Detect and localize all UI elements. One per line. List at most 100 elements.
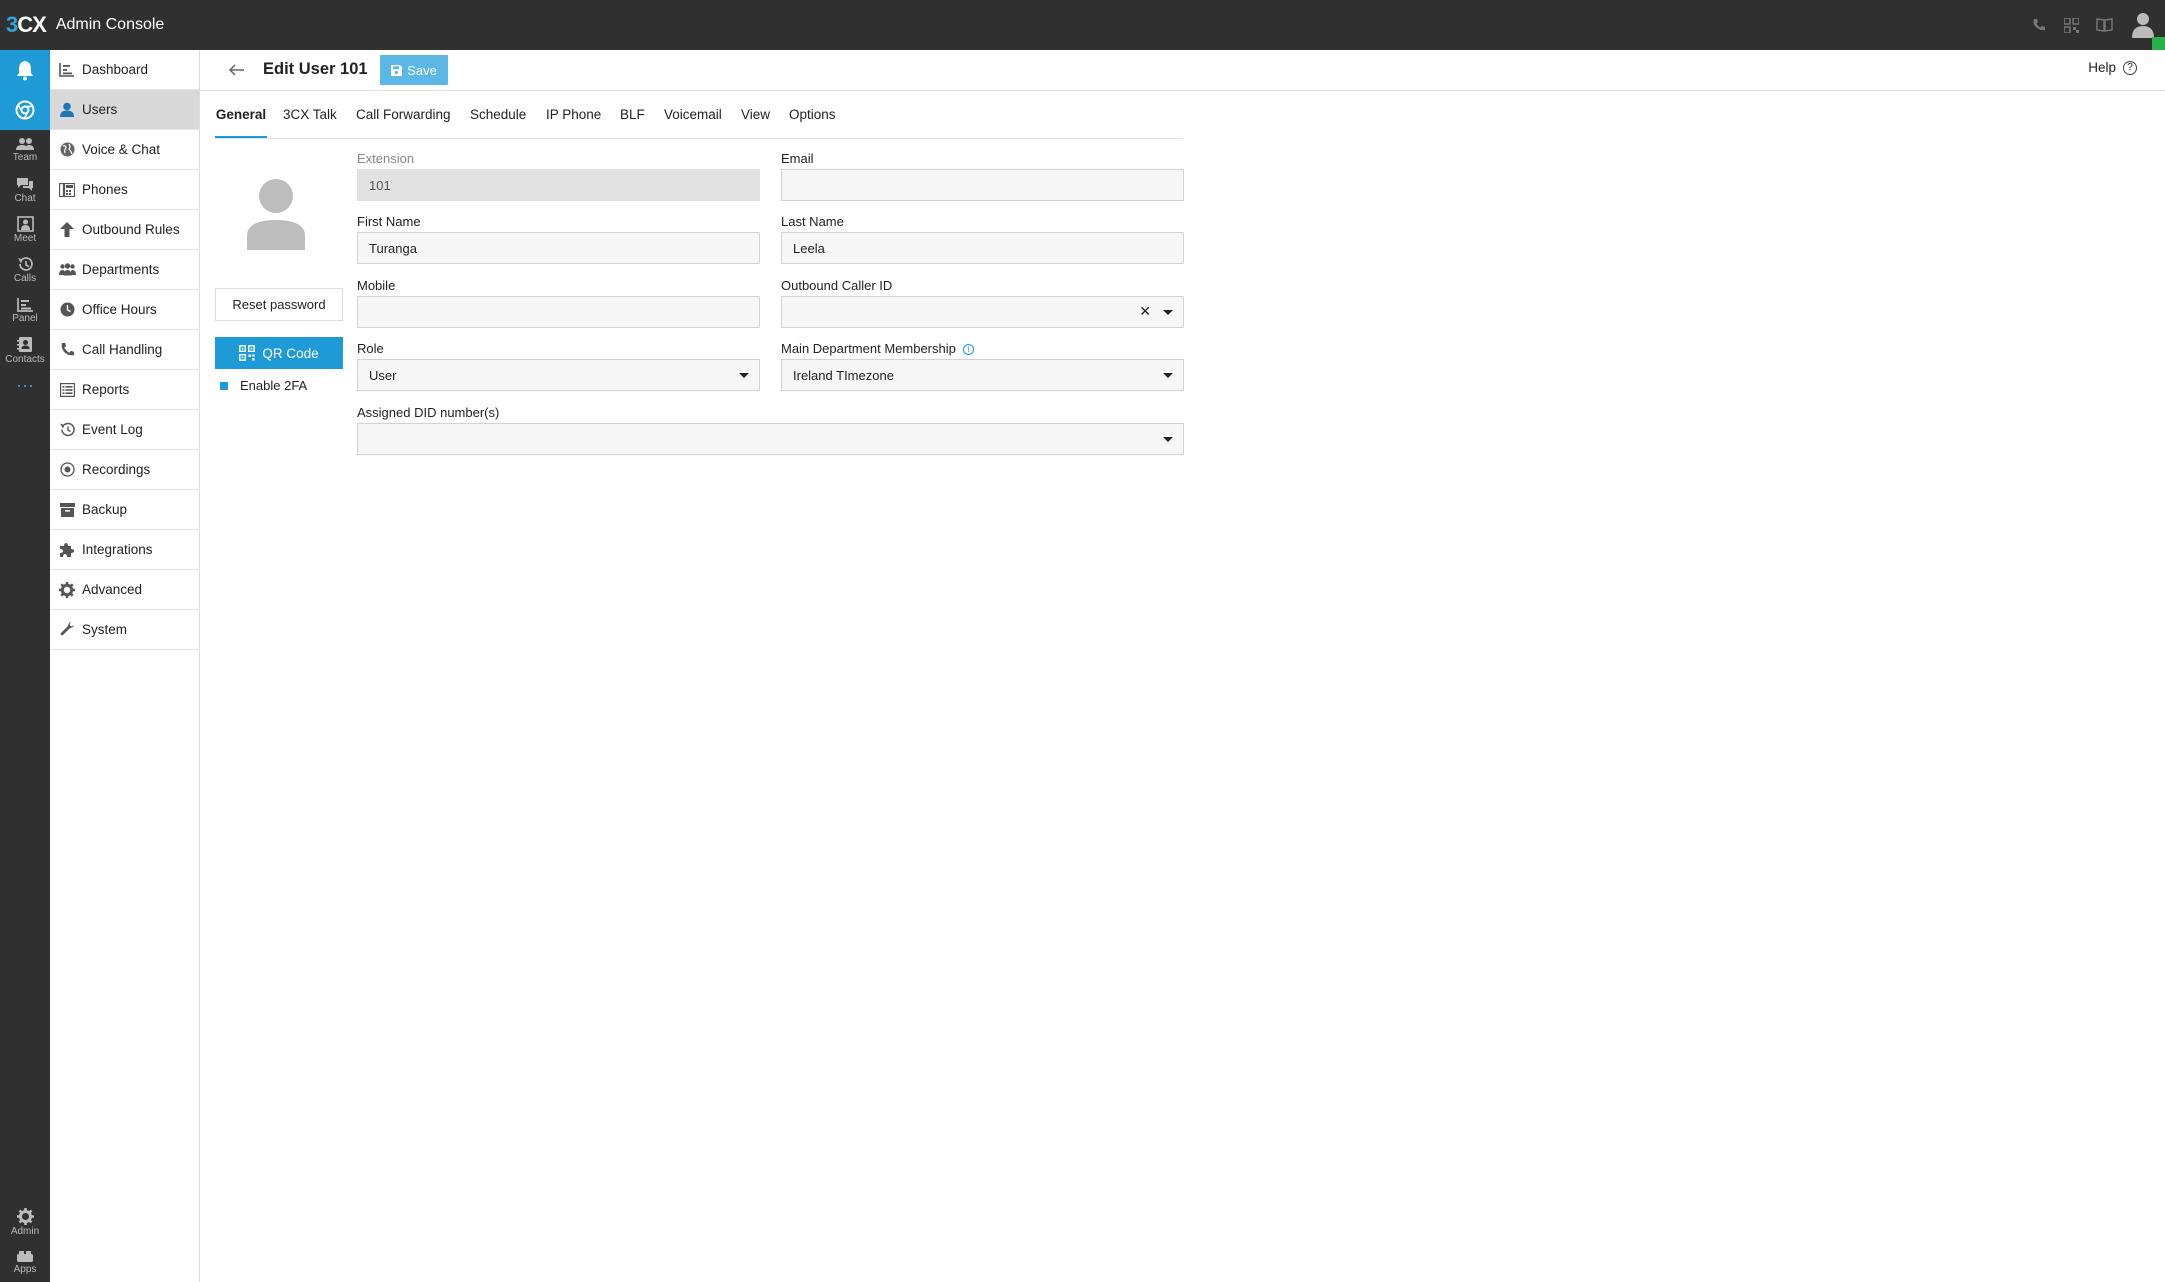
assigned-did-select[interactable] — [357, 423, 1184, 455]
menu-item-reports[interactable]: Reports — [50, 370, 199, 410]
notifications-rail-item[interactable] — [0, 50, 50, 90]
outbound-caller-id-select[interactable]: ✕ — [781, 296, 1184, 328]
arrow-up-icon — [58, 221, 76, 239]
contacts-icon — [17, 336, 32, 352]
menu-item-phones[interactable]: Phones — [50, 170, 199, 210]
help-link[interactable]: Help ? — [2088, 60, 2137, 75]
chrome-rail-item[interactable] — [0, 90, 50, 130]
help-icon: ? — [2123, 60, 2137, 75]
rail-item-apps[interactable]: Apps — [0, 1242, 50, 1282]
mobile-label: Mobile — [357, 278, 396, 293]
save-icon — [391, 64, 403, 76]
logo[interactable]: 3CX — [6, 12, 47, 38]
qr-code-label: QR Code — [262, 345, 319, 361]
more-rail-item[interactable]: ··· — [0, 370, 50, 400]
rail-label: Apps — [13, 1263, 37, 1275]
menu-item-label: Outbound Rules — [82, 222, 180, 237]
wrench-icon — [58, 621, 76, 639]
tab-call-forwarding[interactable]: Call Forwarding — [356, 100, 451, 138]
extension-label: Extension — [357, 151, 415, 166]
menu-item-label: System — [82, 622, 128, 637]
save-button[interactable]: Save — [380, 55, 448, 85]
help-label: Help — [2088, 60, 2116, 75]
page-header: Edit User 101 Save Help ? — [200, 50, 2165, 91]
chevron-down-icon — [739, 373, 749, 378]
user-icon — [58, 101, 76, 119]
rail-item-calls[interactable]: Calls — [0, 250, 50, 290]
user-avatar-icon[interactable] — [2121, 0, 2165, 50]
menu-item-label: Voice & Chat — [82, 142, 161, 157]
menu-item-departments[interactable]: Departments — [50, 250, 199, 290]
email-field[interactable] — [781, 169, 1184, 201]
menu-item-label: Users — [82, 102, 118, 117]
phone-icon[interactable] — [2022, 9, 2055, 42]
mobile-field[interactable] — [357, 296, 760, 328]
info-icon[interactable]: i — [962, 344, 974, 356]
tab-schedule[interactable]: Schedule — [470, 100, 526, 138]
rail-label: Calls — [13, 273, 37, 284]
role-value: User — [369, 367, 397, 383]
archive-icon — [58, 501, 76, 519]
tab-3cx-talk[interactable]: 3CX Talk — [283, 100, 337, 138]
meet-icon — [16, 216, 34, 232]
rail-item-chat[interactable]: Chat — [0, 170, 50, 210]
last-name-field[interactable]: Leela — [781, 232, 1184, 264]
tab-blf[interactable]: BLF — [620, 100, 645, 138]
menu-item-office-hours[interactable]: Office Hours — [50, 290, 199, 330]
menu-item-dashboard[interactable]: Dashboard — [50, 50, 199, 90]
qr-icon[interactable] — [2055, 9, 2088, 42]
rail-label: Team — [12, 152, 38, 163]
first-name-field[interactable]: Turanga — [357, 232, 760, 264]
more-icon: ··· — [16, 375, 34, 395]
menu-item-advanced[interactable]: Advanced — [50, 570, 199, 610]
role-select[interactable]: User — [357, 359, 760, 391]
chevron-down-icon — [1163, 437, 1173, 442]
qr-code-button[interactable]: QR Code — [215, 337, 343, 369]
menu-item-backup[interactable]: Backup — [50, 490, 199, 530]
qr-icon — [239, 345, 256, 361]
menu-item-integrations[interactable]: Integrations — [50, 530, 199, 570]
book-icon[interactable] — [2088, 9, 2121, 42]
reset-password-button[interactable]: Reset password — [215, 288, 343, 321]
tab-general[interactable]: General — [215, 100, 267, 138]
main-department-select[interactable]: Ireland TImezone — [781, 359, 1184, 391]
rail-item-meet[interactable]: Meet — [0, 210, 50, 250]
puzzle-icon — [58, 541, 76, 559]
extension-field: 101 — [357, 169, 760, 201]
menu-item-outbound-rules[interactable]: Outbound Rules — [50, 210, 199, 250]
clear-icon[interactable]: ✕ — [1139, 303, 1151, 320]
menu-item-event-log[interactable]: Event Log — [50, 410, 199, 450]
back-arrow-icon[interactable] — [227, 60, 247, 80]
assigned-did-label: Assigned DID number(s) — [357, 405, 500, 420]
chat-icon — [17, 177, 33, 191]
calls-icon — [17, 257, 33, 271]
menu-item-label: Phones — [82, 182, 128, 197]
tab-voicemail[interactable]: Voicemail — [664, 100, 722, 138]
tab-options[interactable]: Options — [789, 100, 836, 138]
menu-item-call-handling[interactable]: Call Handling — [50, 330, 199, 370]
tab-ip-phone[interactable]: IP Phone — [546, 100, 601, 138]
page-title: Edit User 101 — [263, 60, 368, 78]
tab-view[interactable]: View — [741, 100, 770, 138]
menu-item-users[interactable]: Users — [50, 90, 199, 130]
rail-item-admin[interactable]: Admin — [0, 1202, 50, 1242]
last-name-label: Last Name — [781, 214, 844, 229]
enable-2fa-checkbox[interactable]: Enable 2FA — [220, 378, 307, 393]
profile-avatar[interactable] — [244, 178, 308, 250]
rail-bottom: Admin Apps — [0, 1202, 50, 1282]
menu-item-recordings[interactable]: Recordings — [50, 450, 199, 490]
rail-item-contacts[interactable]: Contacts — [0, 330, 50, 370]
rail-label: Panel — [12, 312, 38, 324]
rail-item-panel[interactable]: Panel — [0, 290, 50, 330]
group-icon — [58, 261, 76, 279]
team-icon — [16, 138, 34, 150]
rail-item-team[interactable]: Team — [0, 130, 50, 170]
record-icon — [58, 461, 76, 479]
menu-item-label: Integrations — [82, 542, 153, 557]
rail-label: Contacts — [5, 353, 45, 365]
menu-item-voice-chat[interactable]: Voice & Chat — [50, 130, 199, 170]
menu-item-label: Recordings — [82, 462, 151, 477]
clock-icon — [58, 301, 76, 319]
menu-item-label: Advanced — [82, 582, 143, 597]
menu-item-system[interactable]: System — [50, 610, 199, 650]
